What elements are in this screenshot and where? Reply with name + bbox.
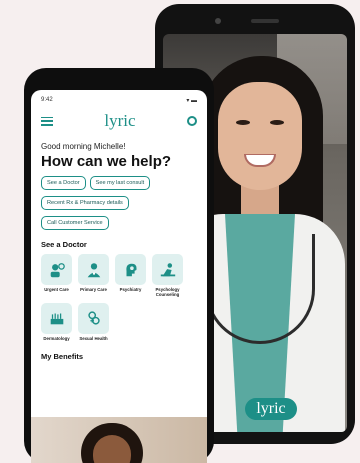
sexual-health-icon	[87, 311, 100, 325]
app-header: lyric	[31, 106, 207, 132]
quick-actions: See a Doctor See my last consult	[31, 170, 207, 190]
status-time: 9:42	[41, 97, 53, 103]
service-psychiatry[interactable]: Psychiatry	[115, 254, 146, 298]
app-screen: 9:42 ▾ ▬ lyric Good morning Michelle! Ho…	[31, 90, 207, 463]
app-phone: 9:42 ▾ ▬ lyric Good morning Michelle! Ho…	[24, 68, 214, 463]
greeting: Good morning Michelle!	[41, 142, 126, 151]
see-doctor-button[interactable]: See a Doctor	[41, 176, 86, 190]
see-doctor-heading: See a Doctor	[41, 240, 87, 249]
last-consult-button[interactable]: See my last consult	[89, 176, 151, 190]
psychiatry-icon	[125, 263, 137, 276]
smile	[244, 154, 276, 167]
status-bar: 9:42 ▾ ▬	[31, 94, 207, 106]
urgent-care-icon	[50, 262, 65, 277]
eye-left	[236, 120, 250, 125]
service-primary-care[interactable]: Primary Care	[78, 254, 109, 298]
quick-actions-row-3: Call Customer Service	[31, 210, 207, 230]
service-dermatology[interactable]: Dermatology	[41, 302, 72, 342]
dermatology-icon	[50, 313, 63, 325]
services-row-2: Dermatology Sexual Health	[31, 298, 207, 342]
doctor-face	[218, 82, 302, 190]
stethoscope	[205, 234, 315, 344]
benefits-image[interactable]	[31, 417, 207, 463]
benefits-heading: My Benefits	[41, 351, 84, 361]
services-row-1: Urgent Care Primary Care Psychiatry Psyc…	[31, 249, 207, 298]
lyric-badge: lyric	[245, 398, 297, 420]
psychology-icon	[160, 262, 175, 276]
customer-service-button[interactable]: Call Customer Service	[41, 216, 109, 230]
camera-dot	[215, 18, 221, 24]
settings-icon[interactable]	[187, 116, 197, 126]
speaker-slot	[251, 19, 279, 23]
service-psychology[interactable]: Psychology Counseling	[152, 254, 183, 298]
rx-pharmacy-button[interactable]: Recent Rx & Pharmacy details	[41, 196, 129, 210]
eye-right	[270, 120, 284, 125]
service-urgent-care[interactable]: Urgent Care	[41, 254, 72, 298]
primary-care-icon	[87, 262, 100, 277]
menu-icon[interactable]	[41, 116, 53, 126]
phone-topbar	[163, 12, 347, 34]
service-sexual-health[interactable]: Sexual Health	[78, 302, 109, 342]
quick-actions-row-2: Recent Rx & Pharmacy details	[31, 190, 207, 210]
signal-battery-icon: ▾ ▬	[186, 97, 197, 104]
app-logo: lyric	[104, 111, 136, 130]
page-title: How can we help?	[41, 153, 172, 170]
